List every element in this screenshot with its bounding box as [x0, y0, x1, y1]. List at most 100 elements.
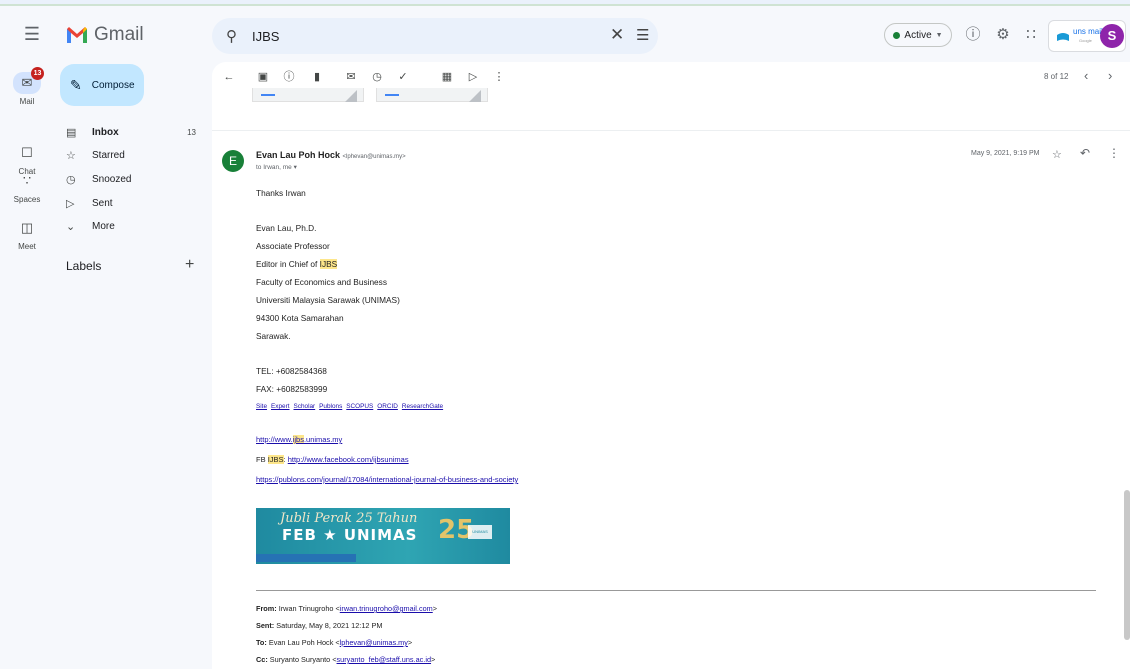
to-email-link[interactable]: lphevan@unimas.my [340, 638, 408, 647]
tel-line: TEL: +6082584368 [256, 366, 327, 376]
signature-line: Editor in Chief of IJBS [256, 259, 338, 269]
rail-spaces[interactable]: ∵ Spaces [0, 170, 54, 204]
greeting: Thanks Irwan [256, 188, 306, 198]
snooze-icon[interactable]: ◷ [368, 68, 386, 86]
from-label: From: [256, 604, 277, 613]
facebook-link[interactable]: http://www.facebook.com/ijbsunimas [288, 455, 409, 464]
add-label-icon[interactable]: + [185, 256, 194, 274]
report-spam-icon[interactable]: ⓘ [280, 68, 298, 86]
nav-sent-label: Sent [92, 197, 113, 209]
org-sub: Google [1079, 38, 1092, 43]
help-icon[interactable]: ⓘ [962, 24, 984, 46]
nav-inbox-label: Inbox [92, 126, 119, 138]
scrollbar-thumb[interactable] [1124, 490, 1130, 640]
cc-value: Suryanto Suryanto < [269, 655, 337, 664]
signature-line: Faculty of Economics and Business [256, 277, 387, 287]
previous-attachments [252, 88, 492, 102]
banner-social-strip [256, 554, 356, 562]
org-name: uns mail [1073, 27, 1103, 36]
signature-line: Universiti Malaysia Sarawak (UNIMAS) [256, 295, 400, 305]
compose-button[interactable]: ✎ Compose [60, 64, 144, 106]
apps-grid-icon[interactable]: ∷ [1020, 24, 1042, 46]
attachment-thumbnail[interactable] [376, 88, 488, 102]
attachment-thumbnail[interactable] [252, 88, 364, 102]
spaces-icon: ∵ [22, 173, 32, 188]
search-bar[interactable]: ⚲ ✕ ☰ [212, 18, 658, 54]
fax-line: FAX: +6082583999 [256, 384, 328, 394]
search-input[interactable] [252, 29, 552, 44]
rail-meet-label: Meet [18, 242, 36, 251]
quoted-cc: Cc: Suryanto Suryanto <suryanto_feb@staf… [256, 655, 435, 664]
inbox-count: 13 [187, 127, 196, 137]
link-expert[interactable]: Expert [271, 403, 289, 410]
more-vert-icon[interactable]: ⋮ [1108, 146, 1120, 160]
signature-line: Sarawak. [256, 331, 291, 341]
journal-url-link[interactable]: http://www.ijbs.unimas.my [256, 435, 342, 444]
to-close: > [407, 638, 413, 647]
sender-avatar[interactable]: E [222, 150, 244, 172]
recipients-line[interactable]: to Irwan, me ▾ [256, 163, 297, 171]
link-orcid[interactable]: ORCID [377, 403, 398, 410]
attachment-corner [345, 90, 357, 102]
link-site[interactable]: Site [256, 403, 267, 410]
active-status-dot [893, 31, 901, 39]
link-scholar[interactable]: Scholar [294, 403, 316, 410]
clock-icon: ◷ [66, 173, 76, 186]
reply-icon[interactable]: ↶ [1080, 146, 1090, 160]
search-options-icon[interactable]: ☰ [636, 26, 649, 44]
sent-value: Saturday, May 8, 2021 12:12 PM [276, 621, 383, 630]
quoted-to: To: Evan Lau Poh Hock <lphevan@unimas.my… [256, 638, 412, 647]
nav-inbox[interactable]: ▤ Inbox 13 [66, 122, 206, 142]
link-researchgate[interactable]: ResearchGate [402, 403, 443, 410]
gmail-logo[interactable]: Gmail [66, 24, 144, 46]
move-to-icon[interactable]: ▦ [438, 68, 456, 86]
nav-snoozed-label: Snoozed [92, 173, 132, 185]
publons-link[interactable]: https://publons.com/journal/17084/intern… [256, 475, 518, 484]
more-options-icon[interactable]: ⋮ [490, 68, 508, 86]
compose-label: Compose [91, 79, 135, 91]
cc-email-link[interactable]: suryanto_feb@staff.uns.ac.id [337, 655, 432, 664]
labels-heading: Labels [66, 259, 102, 273]
account-avatar[interactable]: S [1100, 24, 1124, 48]
attachment-bar [385, 94, 399, 96]
settings-icon[interactable]: ⚙ [992, 24, 1014, 46]
newer-icon[interactable]: ‹ [1084, 68, 1088, 83]
nav-starred-label: Starred [92, 149, 125, 161]
from-email-link[interactable]: irwan.trinugroho@gmail.com [340, 604, 433, 613]
mark-unread-icon[interactable]: ✉ [342, 68, 360, 86]
label-icon[interactable]: ▷ [464, 68, 482, 86]
rail-meet[interactable]: ◫ Meet [0, 217, 54, 251]
rail-mail-label: Mail [19, 97, 35, 106]
banner-logo: UNIMAS [468, 525, 492, 539]
sent-label: Sent: [256, 621, 275, 630]
nav-more[interactable]: ⌄ More [66, 216, 206, 236]
nav-starred[interactable]: ☆ Starred [66, 145, 206, 165]
nav-snoozed[interactable]: ◷ Snoozed [66, 169, 206, 189]
quoted-sent: Sent: Saturday, May 8, 2021 12:12 PM [256, 621, 382, 630]
cc-label: Cc: [256, 655, 268, 664]
add-task-icon[interactable]: ✓ [394, 68, 412, 86]
archive-icon[interactable]: ▣ [254, 68, 272, 86]
sender-line[interactable]: Evan Lau Poh Hock <lphevan@unimas.my> [256, 150, 406, 160]
url-prefix: http://www. [256, 435, 293, 444]
nav-sent[interactable]: ▷ Sent [66, 193, 206, 213]
search-highlight: ijbs [292, 435, 304, 444]
to-value: Evan Lau Poh Hock < [268, 638, 340, 647]
quoted-from: From: Irwan Trinugroho <irwan.trinugroho… [256, 604, 437, 613]
divider [212, 130, 1130, 131]
delete-icon[interactable]: ▮ [308, 68, 326, 86]
back-arrow-icon[interactable]: ← [220, 68, 238, 86]
status-dropdown[interactable]: Active ▼ [884, 23, 952, 47]
main-menu-icon[interactable]: ☰ [20, 24, 44, 44]
older-icon[interactable]: › [1108, 68, 1112, 83]
search-icon[interactable]: ⚲ [226, 27, 237, 45]
url-suffix: .unimas.my [303, 435, 343, 444]
link-scopus[interactable]: SCOPUS [346, 403, 373, 410]
rail-mail[interactable]: ✉ 13 Mail [0, 67, 54, 106]
link-publons[interactable]: Publons [319, 403, 342, 410]
facebook-line: FB IJBS: http://www.facebook.com/ijbsuni… [256, 455, 409, 464]
gmail-m-icon [67, 27, 87, 43]
star-icon[interactable]: ☆ [1052, 148, 1062, 161]
rail-spaces-label: Spaces [13, 195, 41, 204]
clear-search-icon[interactable]: ✕ [610, 25, 624, 45]
